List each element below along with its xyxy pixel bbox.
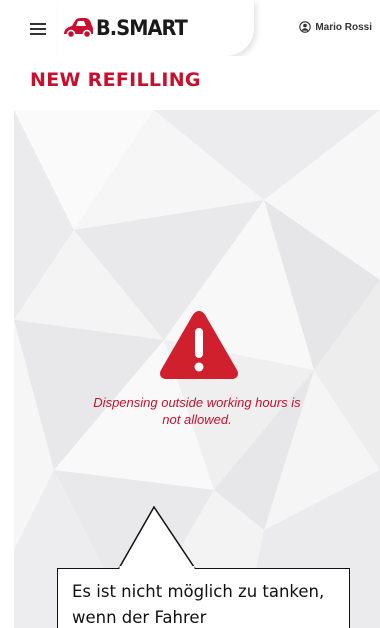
warning-triangle-icon: [160, 311, 238, 379]
brand-logo[interactable]: B.SMART: [62, 16, 195, 40]
user-menu[interactable]: Mario Rossi: [299, 21, 372, 33]
app-screen: B.SMART Mario Rossi NEW REFILLING Dispen…: [14, 0, 380, 628]
user-circle-icon: [299, 21, 312, 33]
error-message: Dispensing outside working hours is not …: [93, 395, 301, 427]
top-bar: B.SMART Mario Rossi: [14, 0, 380, 56]
callout-text: Es ist nicht möglich zu tanken, wenn der…: [72, 582, 325, 627]
brand-name: B.SMART: [96, 16, 188, 40]
menu-icon[interactable]: [30, 23, 46, 35]
car-logo-icon: [64, 18, 93, 39]
title-bar: NEW REFILLING: [14, 56, 380, 110]
user-name: Mario Rossi: [315, 21, 372, 33]
tooltip-callout: Es ist nicht möglich zu tanken, wenn der…: [57, 568, 350, 628]
page-title: NEW REFILLING: [30, 69, 201, 91]
content-area: Dispensing outside working hours is not …: [14, 110, 380, 628]
